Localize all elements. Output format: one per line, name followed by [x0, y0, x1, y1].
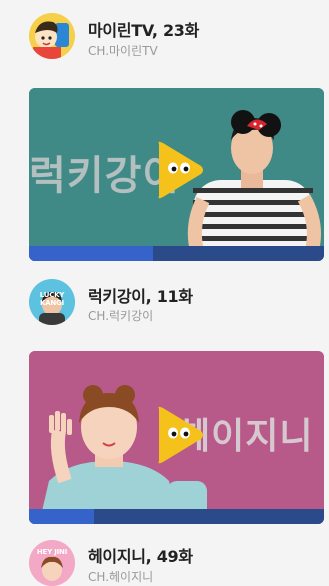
- video-thumbnail[interactable]: 럭키강이: [29, 88, 324, 261]
- avatar-illustration: [29, 13, 75, 59]
- list-item[interactable]: 마이린TV, 23화 CH.마이린TV: [0, 0, 329, 72]
- avatar-label: LUCKY KANGI: [39, 291, 65, 307]
- channel-avatar[interactable]: [29, 13, 75, 59]
- play-icon[interactable]: [155, 405, 205, 465]
- avatar-illustration: [29, 540, 75, 586]
- avatar-label: HEY JINI: [36, 548, 68, 556]
- progress-fill: [29, 246, 153, 261]
- video-title[interactable]: 헤이지니, 49화: [88, 543, 193, 567]
- progress-fill: [29, 509, 94, 524]
- channel-avatar[interactable]: HEY JINI: [29, 540, 75, 586]
- video-thumbnail[interactable]: 헤이지니: [29, 351, 324, 524]
- channel-avatar[interactable]: LUCKY KANGI: [29, 279, 75, 325]
- channel-name[interactable]: CH.헤이지니: [88, 568, 153, 585]
- play-icon[interactable]: [155, 140, 205, 200]
- video-title[interactable]: 럭키강이, 11화: [88, 283, 193, 307]
- list-item[interactable]: HEY JINI 헤이지니, 49화 CH.헤이지니: [0, 534, 329, 586]
- channel-name[interactable]: CH.럭키강이: [88, 307, 153, 324]
- video-title[interactable]: 마이린TV, 23화: [88, 17, 199, 41]
- channel-name[interactable]: CH.마이린TV: [88, 42, 158, 59]
- list-item[interactable]: LUCKY KANGI 럭키강이, 11화 CH.럭키강이: [0, 270, 329, 340]
